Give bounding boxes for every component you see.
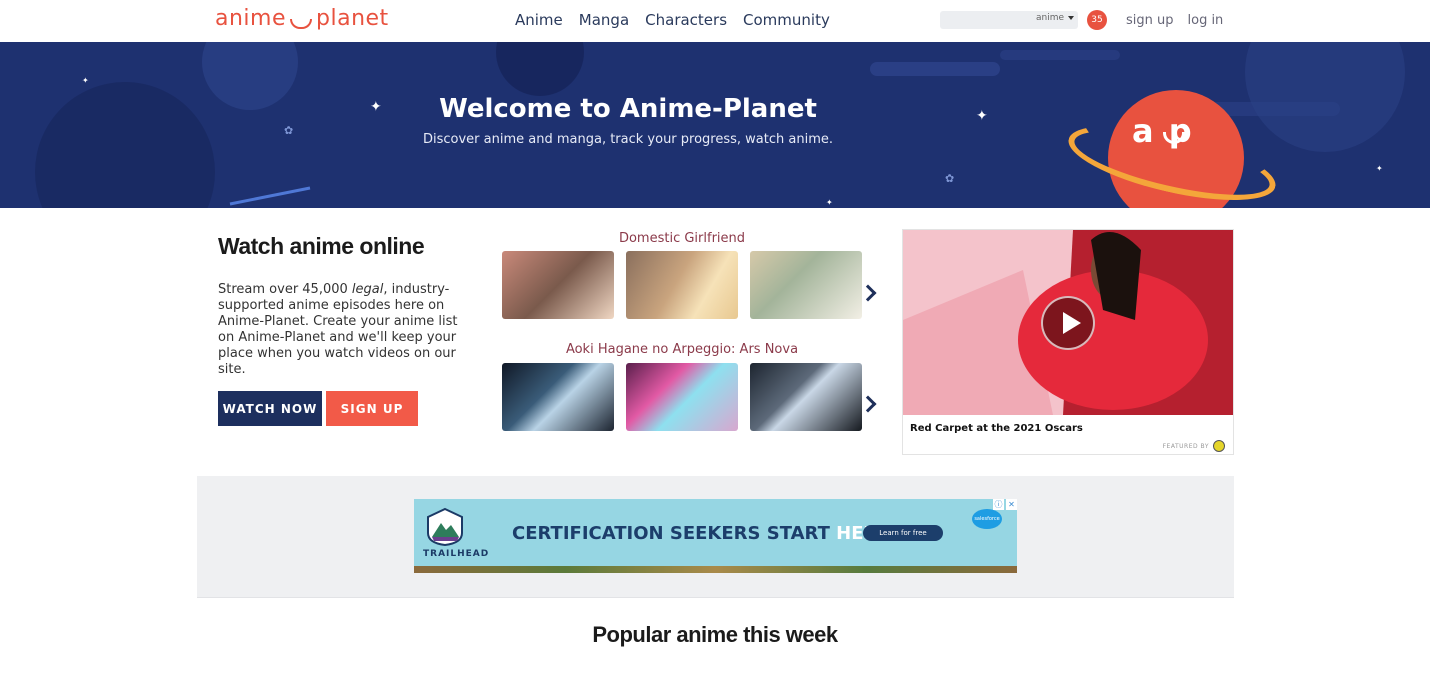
featured-label: FEATURED BY xyxy=(1162,442,1209,450)
nav-anime[interactable]: Anime xyxy=(515,11,563,29)
star-icon: ✦ xyxy=(82,76,89,85)
flower-icon: ✿ xyxy=(945,172,955,185)
video-thumbnail[interactable] xyxy=(903,230,1233,415)
episode-thumbnail[interactable] xyxy=(502,363,614,431)
hero-banner: ✦ ✦ ✿ ✦ ✿ ✦ ✦ Welcome to Anime-Planet Di… xyxy=(0,42,1430,208)
hero-title: Welcome to Anime-Planet xyxy=(439,94,817,124)
advertisement-banner[interactable]: TRAILHEAD CERTIFICATION SEEKERS START HE… xyxy=(414,499,1017,573)
show-title[interactable]: Domestic Girlfriend xyxy=(502,231,862,246)
login-link[interactable]: log in xyxy=(1188,13,1224,28)
top-navigation: anime planet Anime Manga Characters Comm… xyxy=(0,0,1430,42)
episode-thumbnail[interactable] xyxy=(502,251,614,319)
featured-video-card[interactable]: Red Carpet at the 2021 Oscars FEATURED B… xyxy=(902,229,1234,455)
next-chevron-icon[interactable] xyxy=(859,284,877,302)
ad-info-icon[interactable]: ⓘ xyxy=(993,499,1004,510)
episode-thumbnail[interactable] xyxy=(626,251,738,319)
logo-text-right: planet xyxy=(316,6,389,31)
episode-thumbnail[interactable] xyxy=(750,251,862,319)
search-input[interactable]: anime xyxy=(940,11,1078,29)
site-logo[interactable]: anime planet xyxy=(215,6,389,31)
sponsor-logo-icon xyxy=(1213,440,1225,452)
star-icon: ✦ xyxy=(826,198,833,207)
watch-section-title: Watch anime online xyxy=(218,233,425,259)
ad-controls: ⓘ ✕ xyxy=(993,499,1017,510)
star-icon: ✦ xyxy=(1376,164,1383,173)
watch-description: Stream over 45,000 legal, industry-suppo… xyxy=(218,282,458,377)
featured-by: FEATURED BY xyxy=(1163,440,1225,452)
popular-section-title: Popular anime this week xyxy=(592,622,838,647)
play-button[interactable] xyxy=(1041,296,1095,350)
ad-image-strip xyxy=(414,566,1017,573)
planet-logo-text: a p xyxy=(1132,112,1194,150)
close-icon[interactable]: ✕ xyxy=(1006,499,1017,510)
ad-cta-button[interactable]: Learn for free xyxy=(863,525,943,541)
nav-manga[interactable]: Manga xyxy=(579,11,629,29)
trailhead-logo-icon xyxy=(427,507,463,547)
signup-link[interactable]: sign up xyxy=(1126,13,1174,28)
nav-characters[interactable]: Characters xyxy=(645,11,727,29)
video-caption: Red Carpet at the 2021 Oscars xyxy=(910,423,1083,434)
nav-community[interactable]: Community xyxy=(743,11,830,29)
logo-smile-icon xyxy=(290,18,313,29)
ad-brand: TRAILHEAD xyxy=(423,549,490,559)
episode-thumbnail[interactable] xyxy=(750,363,862,431)
watch-now-button[interactable]: WATCH NOW xyxy=(218,391,322,426)
main-nav: Anime Manga Characters Community xyxy=(515,11,830,29)
logo-text-left: anime xyxy=(215,6,287,31)
signup-button[interactable]: SIGN UP xyxy=(326,391,418,426)
episode-thumbnail[interactable] xyxy=(626,363,738,431)
search-type-select[interactable]: anime xyxy=(1036,13,1074,23)
chevron-down-icon xyxy=(1068,16,1074,20)
ad-headline: CERTIFICATION SEEKERS START HERE. xyxy=(512,523,897,544)
salesforce-logo-icon: salesforce xyxy=(972,509,1002,529)
auth-links: sign up log in xyxy=(1126,13,1223,28)
notification-badge[interactable]: 35 xyxy=(1087,10,1107,30)
show-title[interactable]: Aoki Hagane no Arpeggio: Ars Nova xyxy=(502,342,862,357)
search-type-value: anime xyxy=(1035,13,1064,23)
next-chevron-icon[interactable] xyxy=(859,395,877,413)
